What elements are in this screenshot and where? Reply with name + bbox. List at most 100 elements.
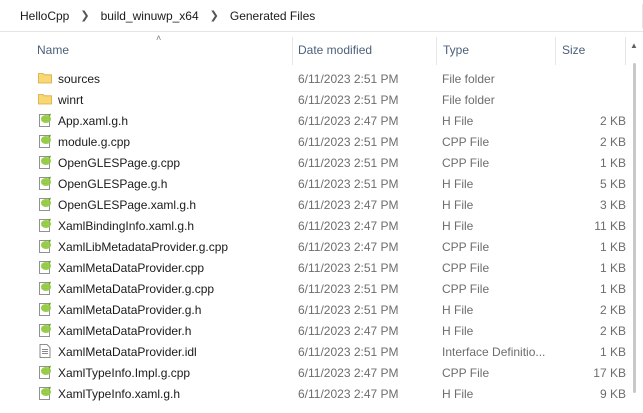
file-name[interactable]: XamlMetaDataProvider.g.cpp (58, 282, 214, 296)
file-name[interactable]: XamlMetaDataProvider.cpp (58, 261, 204, 275)
file-name[interactable]: App.xaml.g.h (58, 114, 128, 128)
file-size: 2 KB (599, 303, 626, 317)
file-date-modified: 6/11/2023 2:47 PM (298, 114, 399, 128)
file-date-modified: 6/11/2023 2:51 PM (298, 156, 399, 170)
file-name[interactable]: XamlMetaDataProvider.idl (58, 345, 197, 359)
file-date-modified: 6/11/2023 2:51 PM (298, 261, 399, 275)
file-size: 2 KB (599, 135, 626, 149)
file-name[interactable]: XamlTypeInfo.Impl.g.cpp (58, 366, 190, 380)
breadcrumb-item-generated-files[interactable]: Generated Files (228, 9, 317, 23)
file-row[interactable]: XamlTypeInfo.xaml.g.h 6/11/2023 2:47 PM H … (0, 383, 626, 404)
file-row[interactable]: module.g.cpp 6/11/2023 2:51 PM CPP File 2 K… (0, 131, 626, 152)
file-row[interactable]: App.xaml.g.h 6/11/2023 2:47 PM H File 2 KB (0, 110, 626, 131)
file-row[interactable]: XamlMetaDataProvider.g.h 6/11/2023 2:51 P… (0, 299, 626, 320)
file-date-modified: 6/11/2023 2:51 PM (298, 72, 399, 86)
column-header-size[interactable]: Size (562, 43, 585, 57)
folder-icon (38, 71, 52, 85)
file-type: H File (442, 387, 474, 401)
file-size: 11 KB (594, 219, 626, 233)
file-type: H File (442, 324, 474, 338)
file-row[interactable]: XamlLibMetadataProvider.g.cpp 6/11/2023 2… (0, 236, 626, 257)
notepadpp-file-icon (38, 386, 52, 400)
sort-ascending-icon: ˄ (156, 33, 162, 43)
notepadpp-file-icon (38, 176, 52, 190)
file-type: H File (442, 114, 474, 128)
file-name[interactable]: OpenGLESPage.xaml.g.h (58, 198, 196, 212)
file-date-modified: 6/11/2023 2:47 PM (298, 324, 399, 338)
notepadpp-file-icon (38, 239, 52, 253)
notepadpp-file-icon (38, 302, 52, 316)
file-size: 1 KB (599, 261, 626, 275)
file-name[interactable]: sources (58, 72, 100, 86)
column-resize-handle[interactable] (555, 37, 556, 65)
file-size: 3 KB (599, 198, 626, 212)
chevron-right-icon[interactable]: ❯ (71, 9, 98, 22)
notepadpp-file-icon (38, 113, 52, 127)
file-size: 9 KB (599, 387, 626, 401)
scrollbar-thumb[interactable] (633, 63, 636, 393)
file-date-modified: 6/11/2023 2:47 PM (298, 198, 399, 212)
file-type: CPP File (442, 240, 490, 254)
column-header-type[interactable]: Type (443, 43, 469, 57)
file-type: Interface Definitio... (442, 345, 546, 359)
file-date-modified: 6/11/2023 2:47 PM (298, 366, 399, 380)
file-name[interactable]: module.g.cpp (58, 135, 130, 149)
file-size: 1 KB (599, 345, 626, 359)
column-resize-handle[interactable] (436, 37, 437, 65)
column-resize-handle[interactable] (292, 37, 293, 65)
file-row[interactable]: XamlMetaDataProvider.cpp 6/11/2023 2:51 P… (0, 257, 626, 278)
vertical-scrollbar[interactable]: ▲ (626, 33, 643, 413)
file-type: H File (442, 177, 474, 191)
file-date-modified: 6/11/2023 2:51 PM (298, 93, 399, 107)
file-type: H File (442, 219, 474, 233)
scroll-up-arrow-icon[interactable]: ▲ (630, 41, 638, 50)
file-name[interactable]: XamlMetaDataProvider.h (58, 324, 191, 338)
file-type: File folder (442, 93, 495, 107)
file-size: 1 KB (599, 156, 626, 170)
file-row[interactable]: OpenGLESPage.g.cpp 6/11/2023 2:51 PM CPP F… (0, 152, 626, 173)
file-name[interactable]: OpenGLESPage.g.h (58, 177, 167, 191)
file-type: H File (442, 198, 474, 212)
breadcrumb-item-build[interactable]: build_winuwp_x64 (99, 9, 201, 23)
notepadpp-file-icon (38, 155, 52, 169)
file-name[interactable]: winrt (58, 93, 83, 107)
chevron-right-icon[interactable]: ❯ (201, 9, 228, 22)
folder-icon (38, 92, 52, 106)
file-row[interactable]: sources 6/11/2023 2:51 PM File folder (0, 68, 626, 89)
file-name[interactable]: OpenGLESPage.g.cpp (58, 156, 180, 170)
file-row[interactable]: OpenGLESPage.g.h 6/11/2023 2:51 PM H File 5… (0, 173, 626, 194)
file-type: CPP File (442, 261, 490, 275)
file-row[interactable]: winrt 6/11/2023 2:51 PM File folder (0, 89, 626, 110)
file-row[interactable]: XamlBindingInfo.xaml.g.h 6/11/2023 2:47 P… (0, 215, 626, 236)
notepadpp-file-icon (38, 260, 52, 274)
file-type: CPP File (442, 282, 490, 296)
file-size: 1 KB (599, 282, 626, 296)
file-type: CPP File (442, 156, 490, 170)
notepadpp-file-icon (38, 218, 52, 232)
file-type: CPP File (442, 366, 490, 380)
file-name[interactable]: XamlBindingInfo.xaml.g.h (58, 219, 194, 233)
file-name[interactable]: XamlLibMetadataProvider.g.cpp (58, 240, 228, 254)
file-date-modified: 6/11/2023 2:51 PM (298, 177, 399, 191)
column-header-date[interactable]: Date modified (298, 43, 372, 57)
column-header-name[interactable]: Name (37, 43, 69, 57)
column-header-row: ˄ Name Date modified Type Size (0, 33, 626, 67)
file-name[interactable]: XamlMetaDataProvider.g.h (58, 303, 201, 317)
file-date-modified: 6/11/2023 2:51 PM (298, 135, 399, 149)
file-row[interactable]: XamlMetaDataProvider.h 6/11/2023 2:47 PM H… (0, 320, 626, 341)
file-type: File folder (442, 72, 495, 86)
file-size: 17 KB (593, 366, 626, 380)
breadcrumb-item-hellocpp[interactable]: HelloCpp (18, 9, 71, 23)
file-size: 1 KB (599, 240, 626, 254)
file-row[interactable]: XamlTypeInfo.Impl.g.cpp 6/11/2023 2:47 PM… (0, 362, 626, 383)
file-size: 5 KB (599, 177, 626, 191)
notepadpp-file-icon (38, 365, 52, 379)
file-date-modified: 6/11/2023 2:47 PM (298, 387, 399, 401)
file-size: 2 KB (599, 324, 626, 338)
file-name[interactable]: XamlTypeInfo.xaml.g.h (58, 387, 180, 401)
file-date-modified: 6/11/2023 2:47 PM (298, 240, 399, 254)
file-row[interactable]: OpenGLESPage.xaml.g.h 6/11/2023 2:47 PM H … (0, 194, 626, 215)
notepadpp-file-icon (38, 134, 52, 148)
file-row[interactable]: XamlMetaDataProvider.idl 6/11/2023 2:51 P… (0, 341, 626, 362)
file-row[interactable]: XamlMetaDataProvider.g.cpp 6/11/2023 2:51… (0, 278, 626, 299)
